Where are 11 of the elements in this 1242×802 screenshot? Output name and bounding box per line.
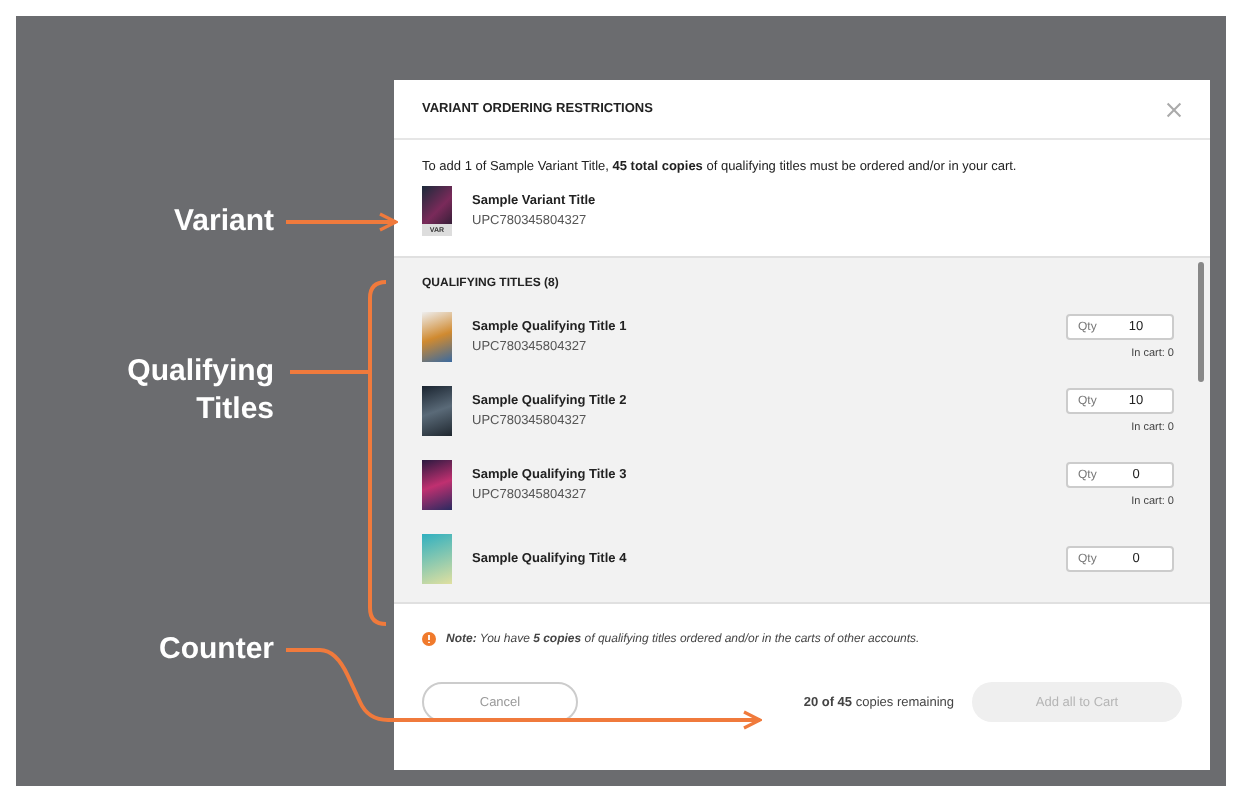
close-icon[interactable] [1166,101,1182,117]
warning-icon [422,632,436,646]
callout-label: Counter [159,630,274,668]
cover-thumbnail [422,312,452,362]
cover-thumbnail [422,534,452,584]
cover-thumbnail [422,460,452,510]
callout-label: Qualifying Titles [125,352,274,428]
scrollbar-thumb[interactable] [1198,262,1204,382]
cover-thumbnail [422,386,452,436]
callout-arrow [286,212,398,232]
callout-label: Variant [173,202,274,240]
